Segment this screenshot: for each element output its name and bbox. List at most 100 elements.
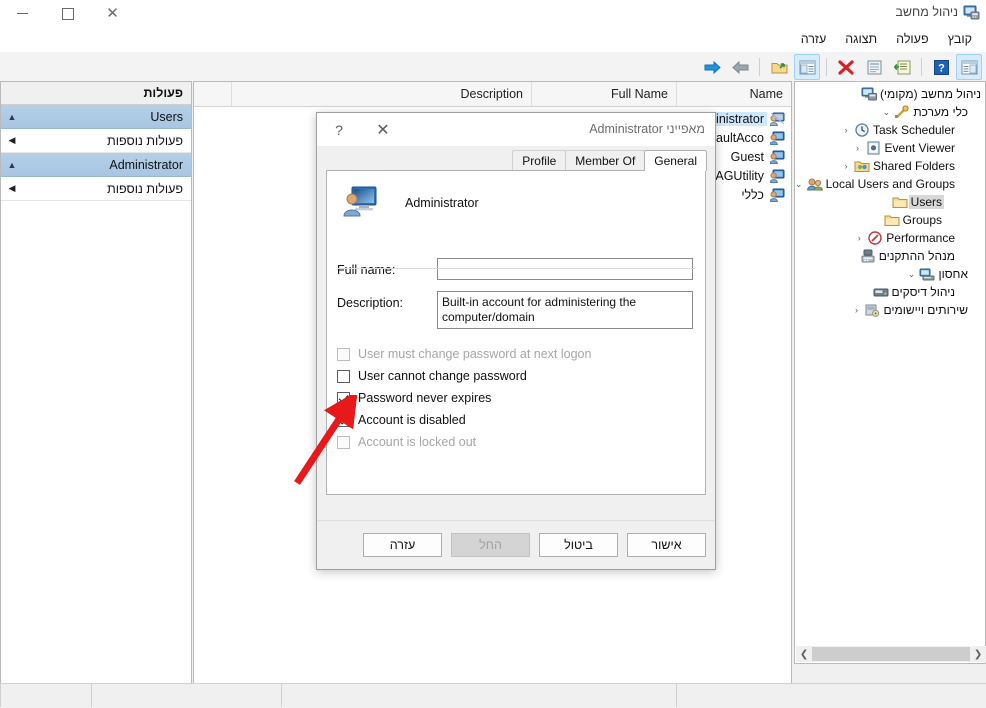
checkbox-account-is-disabled[interactable]: Account is disabled (327, 409, 705, 431)
tree-node-label: שירותים ויישומים (883, 303, 968, 317)
tab-member-of[interactable]: Member Of (565, 150, 646, 171)
storage-icon (918, 267, 936, 281)
users-groups-icon (806, 177, 824, 191)
scroll-track[interactable] (812, 646, 970, 662)
computer-management-icon (963, 5, 980, 20)
menu-action[interactable]: פעולה (888, 30, 936, 48)
toolbar-separator (759, 58, 760, 76)
tree-node-groups[interactable]: Groups (793, 211, 985, 229)
user-disabled-icon (767, 112, 787, 126)
checkbox-label: Account is disabled (358, 413, 466, 427)
menubar-items: קובץ פעולה תצוגה עזרה (793, 30, 980, 48)
tree-node-local-users-and-groups[interactable]: Local Users and Groups ⌄ (793, 175, 985, 193)
export-folder-icon (771, 62, 787, 73)
maximize-button[interactable] (45, 0, 90, 27)
checkbox-icon[interactable] (337, 413, 350, 427)
tab-profile[interactable]: Profile (512, 150, 567, 171)
tree-node-system-tools[interactable]: כלי מערכת ⌄ (793, 103, 985, 121)
tab-general[interactable]: General (644, 150, 707, 171)
svg-text:?: ? (938, 62, 945, 74)
checkbox-password-never-expires[interactable]: Password never expires (327, 387, 705, 409)
chevron-left-icon[interactable]: ‹ (839, 161, 853, 171)
chevron-down-icon[interactable]: ⌄ (879, 107, 893, 118)
services-applications-icon (863, 303, 881, 317)
scroll-right-icon[interactable]: ❯ (796, 646, 812, 662)
chevron-left-icon[interactable]: ◀ (1, 135, 23, 146)
dialog-controls: ✕ ? (317, 113, 405, 146)
chevron-up-icon[interactable]: ▲ (1, 160, 23, 170)
tree-node-disk-management[interactable]: ניהול דיסקים (793, 283, 985, 301)
show-hide-console-tree-button[interactable] (956, 54, 982, 80)
tree-node-storage[interactable]: אחסון ⌄ (793, 265, 985, 283)
dialog-help-button[interactable]: ? (317, 113, 361, 146)
left-arrow-icon (731, 60, 748, 74)
tree-node-device-manager[interactable]: מנהל ההתקנים (793, 247, 985, 265)
help-button[interactable]: עזרה (363, 533, 442, 557)
chevron-left-icon[interactable]: ◀ (1, 183, 23, 194)
users-groups-icon (806, 178, 823, 191)
clock-icon (853, 123, 871, 137)
ok-button[interactable]: אישור (627, 533, 706, 557)
show-action-pane-button[interactable] (794, 54, 820, 80)
properties-button[interactable] (889, 54, 915, 80)
dialog-close-button[interactable]: ✕ (361, 113, 405, 146)
menu-view[interactable]: תצוגה (837, 30, 885, 48)
tree-node-event-viewer[interactable]: Event Viewer ‹ (793, 139, 985, 157)
chevron-up-icon[interactable]: ▲ (1, 112, 23, 122)
chevron-down-icon[interactable]: ⌄ (904, 269, 918, 280)
clock-icon (855, 123, 869, 137)
menu-file[interactable]: קובץ (940, 30, 980, 48)
column-header-description[interactable]: Description (231, 82, 531, 106)
checkbox-user-cannot-change-password[interactable]: User cannot change password (327, 365, 705, 387)
chevron-left-icon[interactable]: ‹ (851, 143, 865, 153)
actions-group-users[interactable]: Users ▲ (1, 105, 191, 129)
tree-node-users[interactable]: Users (793, 193, 985, 211)
checkbox-icon[interactable] (337, 391, 350, 405)
tree-horizontal-scrollbar[interactable]: ❮ ❯ (796, 646, 986, 662)
checkbox-icon[interactable] (337, 369, 350, 383)
tree-node-performance[interactable]: Performance ‹ (793, 229, 985, 247)
tree-node-task-scheduler[interactable]: Task Scheduler ‹ (793, 121, 985, 139)
full-name-field[interactable] (437, 258, 693, 280)
column-header-label: Full Name (611, 87, 668, 101)
actions-more-administrator[interactable]: פעולות נוספות ◀ (1, 177, 191, 201)
checkbox-user-must-change-password: User must change password at next logon (327, 343, 705, 365)
console-tree: ניהול מחשב (מקומי) כלי מערכת ⌄ Task Schedul… (793, 85, 985, 319)
delete-button[interactable] (833, 54, 859, 80)
refresh-button[interactable] (861, 54, 887, 80)
properties-icon (893, 60, 910, 74)
scroll-thumb[interactable] (812, 647, 970, 661)
help-button[interactable]: ? (928, 54, 954, 80)
scroll-left-icon[interactable]: ❮ (970, 646, 986, 662)
administrator-properties-dialog: מאפייני Administrator ✕ ? General Member … (316, 112, 716, 570)
disk-management-icon (873, 288, 889, 297)
chevron-left-icon[interactable]: ‹ (852, 233, 866, 243)
computer-icon (860, 87, 878, 101)
tree-node-computer-management[interactable]: ניהול מחשב (מקומי) (793, 85, 985, 103)
chevron-left-icon[interactable]: ‹ (839, 125, 853, 135)
cancel-button[interactable]: ביטול (539, 533, 618, 557)
actions-group-administrator[interactable]: Administrator ▲ (1, 153, 191, 177)
tree-node-services-and-applications[interactable]: שירותים ויישומים ‹ (793, 301, 985, 319)
column-header-full-name[interactable]: Full Name (531, 82, 676, 106)
tree-node-label: כלי מערכת (913, 105, 968, 119)
column-header-name[interactable]: Name (676, 82, 791, 106)
back-button[interactable] (727, 54, 753, 80)
user-icon (767, 169, 787, 183)
forward-button[interactable] (699, 54, 725, 80)
chevron-left-icon[interactable]: ‹ (849, 305, 863, 315)
description-field[interactable]: Built-in account for administering the c… (437, 291, 693, 329)
dialog-footer: אישור ביטול החל עזרה (317, 520, 715, 569)
export-list-button[interactable] (766, 54, 792, 80)
actions-more-users[interactable]: פעולות נוספות ◀ (1, 129, 191, 153)
refresh-icon (867, 60, 881, 74)
toolbar-buttons: ? (699, 54, 982, 80)
console-tree-pane: ניהול מחשב (מקומי) כלי מערכת ⌄ Task Schedul… (794, 81, 986, 664)
close-button[interactable]: ✕ (90, 0, 135, 27)
chevron-down-icon[interactable]: ⌄ (792, 179, 806, 190)
toolbar-separator (826, 58, 827, 76)
actions-item-label: Administrator (109, 157, 183, 172)
menu-help[interactable]: עזרה (793, 30, 835, 48)
minimize-button[interactable] (0, 0, 45, 27)
tree-node-shared-folders[interactable]: Shared Folders ‹ (793, 157, 985, 175)
